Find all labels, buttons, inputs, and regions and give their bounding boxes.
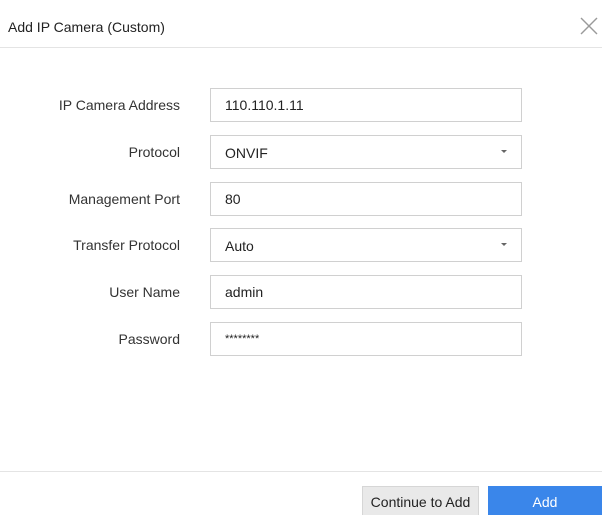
chevron-down-icon: [501, 150, 507, 153]
password-field: [210, 322, 522, 356]
form-row-password: Password: [0, 322, 602, 356]
ip-address-input[interactable]: [211, 89, 515, 121]
close-icon-glyph: [580, 17, 598, 35]
form-row-user-name: User Name: [0, 275, 602, 309]
close-icon[interactable]: [578, 15, 600, 37]
management-port-input[interactable]: [211, 183, 515, 215]
dialog-footer: Continue to Add Add: [0, 471, 602, 515]
transfer-protocol-select[interactable]: Auto: [210, 228, 522, 262]
protocol-selected-value: ONVIF: [225, 145, 268, 161]
form-row-ip-address: IP Camera Address: [0, 88, 602, 122]
management-port-field: [210, 182, 522, 216]
protocol-label: Protocol: [128, 144, 180, 160]
user-name-input[interactable]: [211, 276, 515, 308]
form-row-management-port: Management Port: [0, 182, 602, 216]
user-name-field: [210, 275, 522, 309]
form-row-transfer-protocol: Transfer Protocol Auto: [0, 228, 602, 262]
ip-address-label: IP Camera Address: [58, 97, 180, 113]
ip-address-field: [210, 88, 522, 122]
management-port-label: Management Port: [68, 191, 180, 207]
dialog-title: Add IP Camera (Custom): [8, 19, 165, 35]
chevron-down-icon: [501, 243, 507, 246]
form-row-protocol: Protocol ONVIF: [0, 135, 602, 169]
transfer-protocol-label: Transfer Protocol: [73, 237, 180, 253]
user-name-label: User Name: [109, 284, 180, 300]
add-ip-camera-dialog: Add IP Camera (Custom) IP Camera Address…: [0, 0, 602, 515]
protocol-select[interactable]: ONVIF: [210, 135, 522, 169]
transfer-protocol-selected-value: Auto: [225, 238, 254, 254]
password-label: Password: [118, 331, 180, 347]
dialog-header: Add IP Camera (Custom): [0, 0, 602, 48]
continue-to-add-button[interactable]: Continue to Add: [362, 486, 479, 515]
password-input[interactable]: [211, 323, 515, 355]
add-button[interactable]: Add: [488, 486, 602, 515]
